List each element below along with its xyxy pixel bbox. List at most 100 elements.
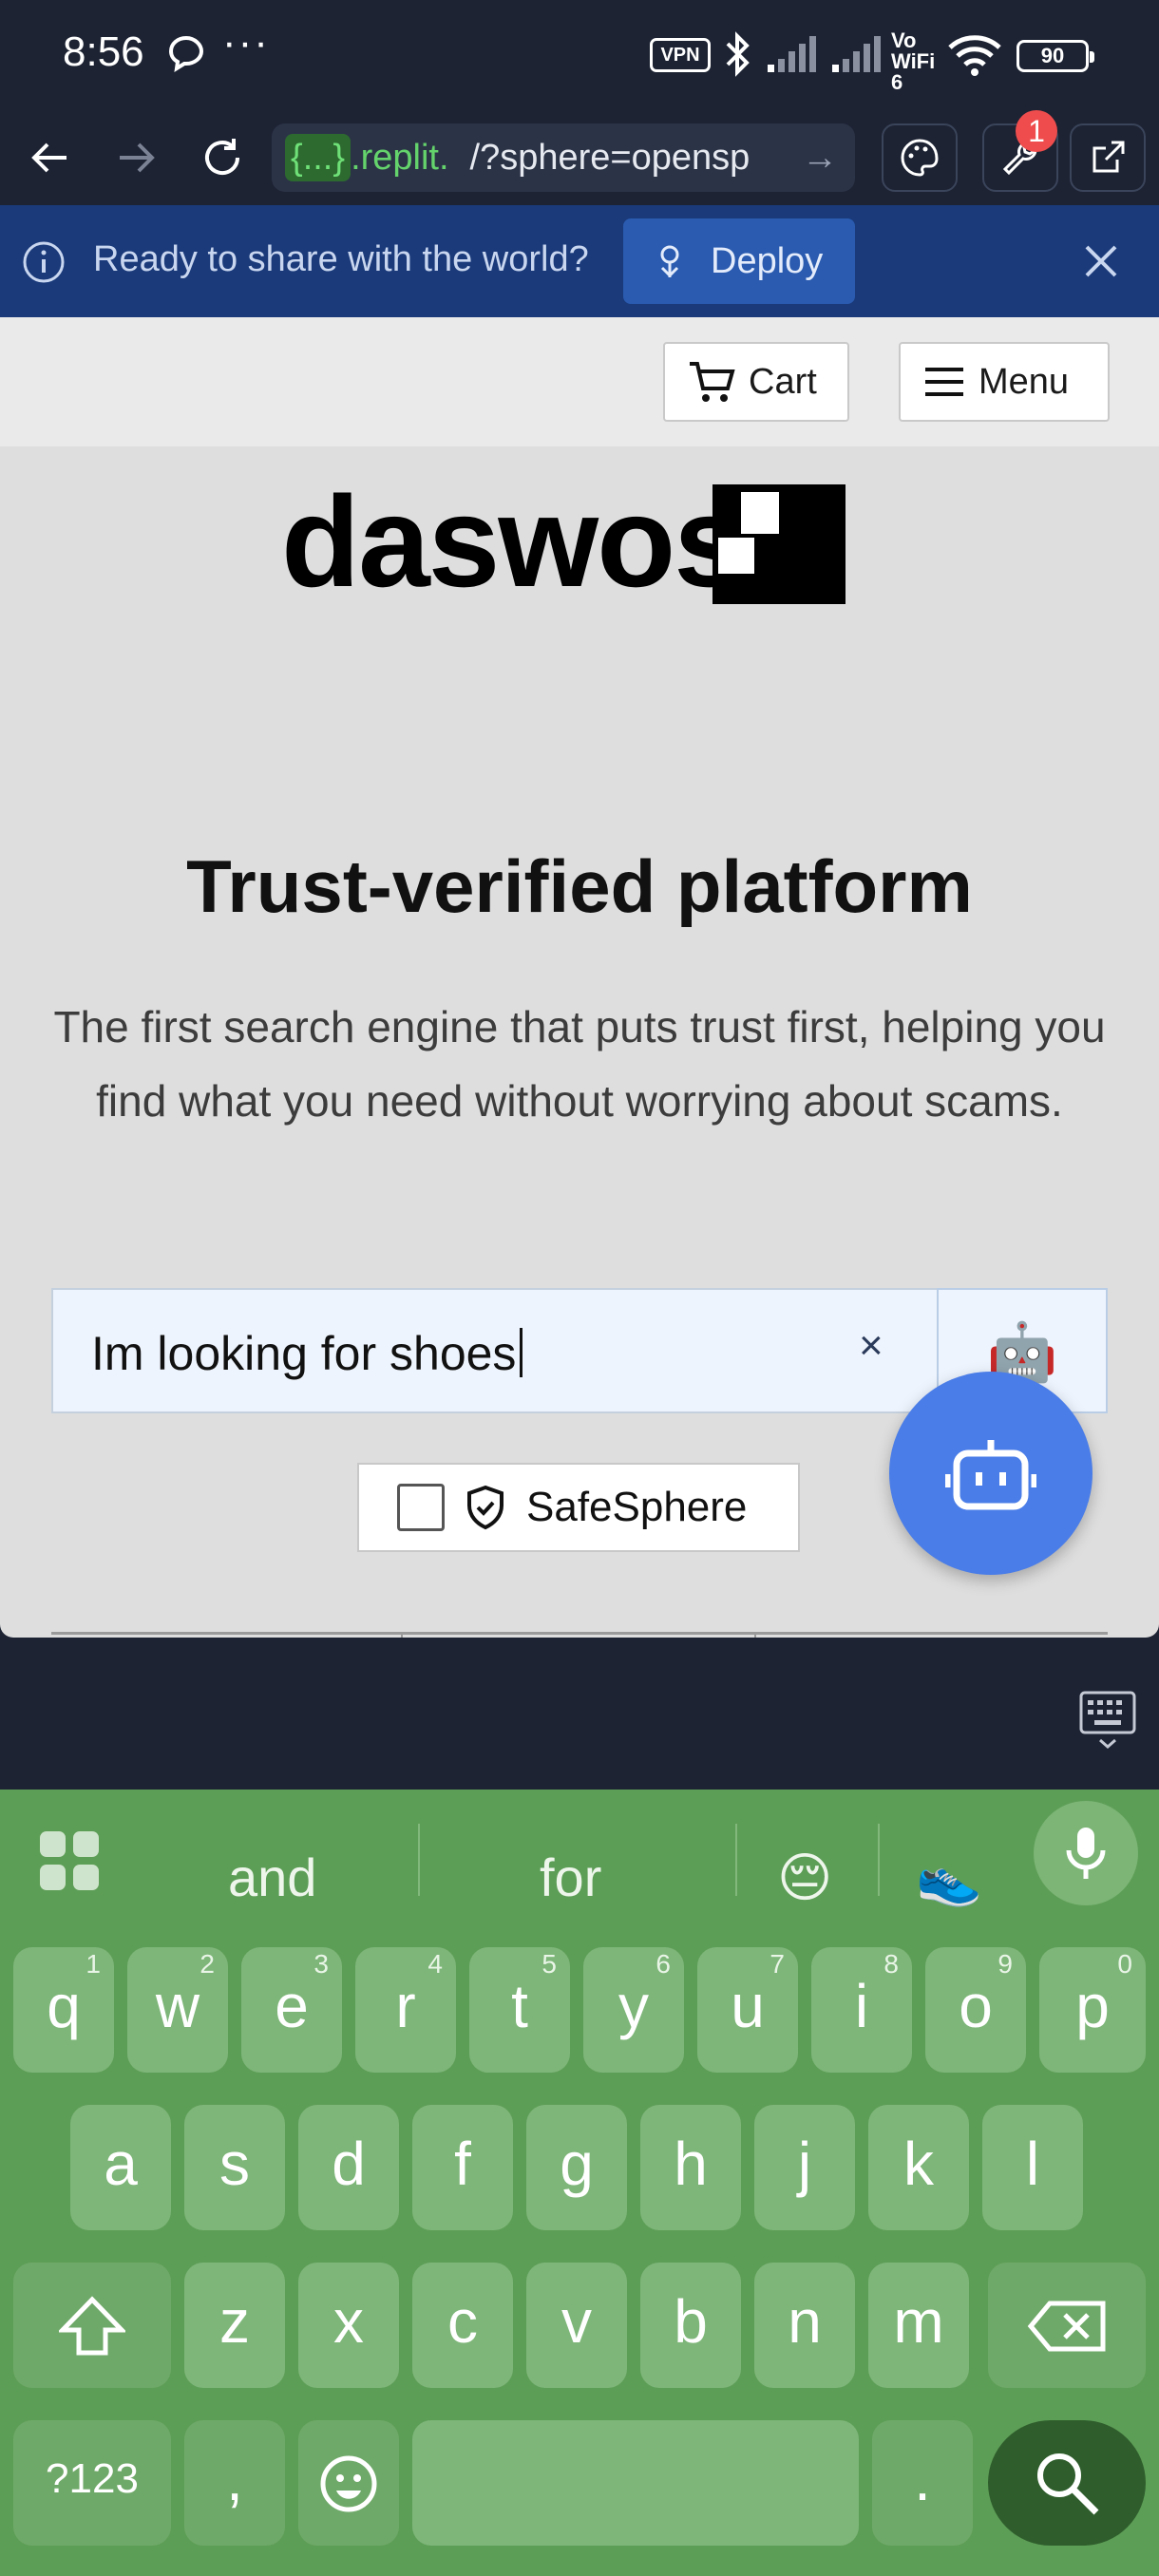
safesphere-checkbox[interactable] (397, 1484, 445, 1531)
apps-grid-icon[interactable] (38, 1829, 101, 1897)
back-button[interactable] (21, 129, 78, 186)
microphone-button[interactable] (1034, 1801, 1138, 1905)
close-icon (1085, 245, 1117, 277)
cart-label: Cart (749, 361, 817, 402)
symbols-key[interactable]: ?123 (13, 2420, 171, 2546)
deploy-label: Deploy (711, 240, 824, 281)
go-arrow-icon[interactable]: → (802, 123, 838, 192)
site-header: Cart Menu (0, 317, 1159, 446)
cart-icon (690, 362, 735, 402)
period-key[interactable]: . (872, 2420, 973, 2546)
suggestion-divider (735, 1824, 737, 1896)
backspace-icon (1027, 2301, 1106, 2352)
page-headline: Trust-verified platform (186, 844, 973, 928)
deploy-button[interactable]: Deploy (623, 218, 855, 304)
safesphere-label: SafeSphere (526, 1484, 748, 1530)
key-t[interactable]: t5 (469, 1947, 570, 2073)
key-h[interactable]: h (640, 2105, 741, 2230)
key-y[interactable]: y6 (583, 1947, 684, 2073)
key-q[interactable]: q1 (13, 1947, 114, 2073)
microphone-icon (1066, 1828, 1106, 1879)
key-p[interactable]: p0 (1039, 1947, 1146, 2073)
deploy-banner: Ready to share with the world? Deploy (0, 205, 1159, 317)
main-content: daswos Trust-verified platform The first… (0, 446, 1159, 1638)
cart-button[interactable]: Cart (663, 342, 849, 422)
key-v[interactable]: v (526, 2263, 627, 2388)
safesphere-toggle[interactable]: SafeSphere (357, 1463, 800, 1552)
key-i[interactable]: i8 (811, 1947, 912, 2073)
url-host: .replit. (351, 138, 449, 178)
wifi-icon (946, 32, 1003, 83)
key-w[interactable]: w2 (127, 1947, 228, 2073)
soft-keyboard: and for 😔 👟 q1 w2 e3 r4 t5 y6 u7 i8 o9 p… (0, 1790, 1159, 2576)
url-path: /?sphere=opensp (469, 138, 750, 178)
address-bar[interactable]: {...} .replit. /?sphere=opensp → (272, 123, 855, 192)
clock: 8:56 (63, 28, 144, 75)
backspace-key[interactable] (988, 2263, 1146, 2388)
key-a[interactable]: a (70, 2105, 171, 2230)
key-f[interactable]: f (412, 2105, 513, 2230)
key-j[interactable]: j (754, 2105, 855, 2230)
key-e[interactable]: e3 (241, 1947, 342, 2073)
signal-icon (830, 34, 884, 79)
suggestion-divider (878, 1824, 880, 1896)
divider-tick (754, 1632, 756, 1638)
menu-label: Menu (978, 361, 1070, 402)
url-host-prefix: {...} (285, 134, 352, 181)
text-caret (520, 1328, 523, 1377)
key-l[interactable]: l (982, 2105, 1083, 2230)
search-input[interactable]: Im looking for shoes × (51, 1288, 939, 1413)
shift-icon (57, 2296, 127, 2356)
key-n[interactable]: n (754, 2263, 855, 2388)
notification-badge: 1 (1016, 110, 1057, 152)
key-d[interactable]: d (298, 2105, 399, 2230)
open-external-button[interactable] (1070, 123, 1146, 192)
suggestion-and[interactable]: and (228, 1847, 316, 1908)
key-o[interactable]: o9 (925, 1947, 1026, 2073)
suggestion-emoji-pensive[interactable]: 😔 (777, 1847, 832, 1909)
comma-key[interactable]: , (184, 2420, 285, 2546)
divider-tick (401, 1632, 403, 1638)
key-r[interactable]: r4 (355, 1947, 456, 2073)
volte-wifi-indicator: Vo WiFi 6 (891, 28, 936, 94)
suggestion-for[interactable]: for (540, 1847, 601, 1908)
signal-icon (766, 34, 819, 79)
key-c[interactable]: c (412, 2263, 513, 2388)
shift-key[interactable] (13, 2263, 171, 2388)
palette-button[interactable] (882, 123, 958, 192)
battery-indicator: 90 (1016, 40, 1094, 72)
deploy-icon (660, 245, 679, 278)
key-z[interactable]: z (184, 2263, 285, 2388)
vpn-icon: VPN (650, 38, 711, 72)
logo-mark-icon (712, 484, 846, 604)
key-k[interactable]: k (868, 2105, 969, 2230)
browser-toolbar: {...} .replit. /?sphere=opensp → (0, 112, 1159, 205)
space-key[interactable] (412, 2420, 859, 2546)
menu-button[interactable]: Menu (899, 342, 1110, 422)
chat-assistant-fab[interactable] (889, 1372, 1092, 1575)
suggestion-divider (418, 1824, 420, 1896)
hamburger-icon (925, 368, 963, 396)
clear-search-button[interactable]: × (859, 1322, 884, 1370)
key-b[interactable]: b (640, 2263, 741, 2388)
site-logo[interactable]: daswos (281, 467, 746, 616)
search-icon (1037, 2453, 1099, 2515)
key-g[interactable]: g (526, 2105, 627, 2230)
keyboard-hide-icon[interactable] (1079, 1691, 1136, 1754)
emoji-key[interactable] (298, 2420, 399, 2546)
shield-check-icon (467, 1485, 504, 1530)
key-m[interactable]: m (868, 2263, 969, 2388)
forward-button[interactable] (108, 129, 165, 186)
close-banner-button[interactable] (1081, 241, 1121, 286)
palette-icon (901, 139, 939, 177)
suggestion-emoji-shoe[interactable]: 👟 (916, 1847, 982, 1909)
content-divider (51, 1632, 1108, 1635)
reload-button[interactable] (194, 129, 251, 186)
search-key[interactable] (988, 2420, 1146, 2546)
key-x[interactable]: x (298, 2263, 399, 2388)
key-s[interactable]: s (184, 2105, 285, 2230)
search-value: Im looking for shoes (91, 1327, 517, 1380)
emoji-icon (320, 2455, 377, 2512)
bluetooth-icon (722, 30, 754, 83)
key-u[interactable]: u7 (697, 1947, 798, 2073)
